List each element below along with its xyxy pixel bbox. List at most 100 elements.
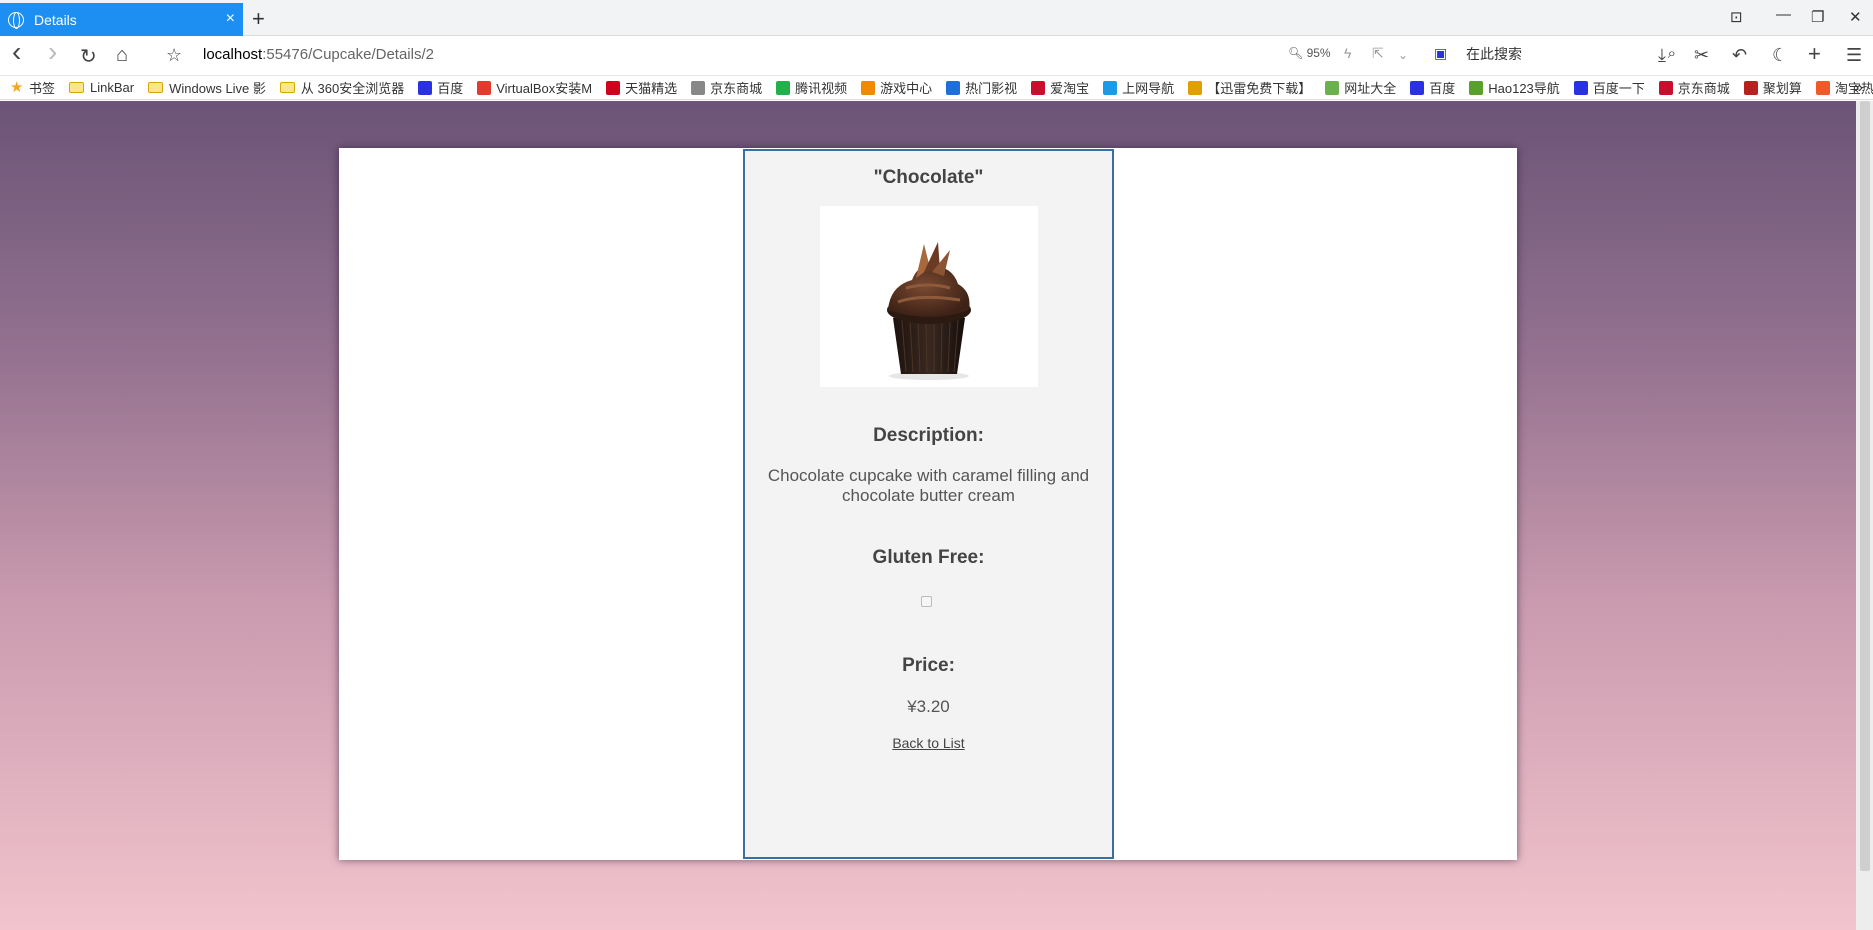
site-favicon-icon: [946, 80, 961, 95]
bookmark-item[interactable]: 百度: [418, 78, 463, 97]
site-favicon-icon: [1188, 80, 1203, 95]
bookmark-label: Windows Live 影: [169, 81, 266, 96]
address-bar: ‹ › ↻ ⌂ ☆ localhost:55476/Cupcake/Detail…: [0, 36, 1873, 76]
bookmark-item[interactable]: 淘宝热卖: [1815, 78, 1873, 97]
description-text: Chocolate cupcake with caramel filling a…: [767, 466, 1090, 505]
bookmark-item[interactable]: 天猫精选: [606, 78, 677, 97]
forward-button[interactable]: ›: [48, 36, 57, 68]
bookmark-label: 京东商城: [710, 81, 763, 96]
url-host: localhost: [203, 46, 263, 63]
bookmark-item[interactable]: 聚划算: [1743, 78, 1802, 97]
bookmark-label: 百度: [437, 81, 464, 96]
bookmarks-bar: ★ 书签 LinkBar Windows Live 影 从 360安全浏览器 百度 Virt…: [0, 76, 1873, 100]
bookmark-item[interactable]: 【迅雷免费下载】: [1188, 78, 1311, 97]
bookmark-label: 京东商城: [1677, 81, 1730, 96]
restore-button[interactable]: ❐: [1811, 8, 1824, 26]
night-mode-icon[interactable]: ☾: [1772, 45, 1788, 66]
bookmark-label: 天猫精选: [625, 81, 678, 96]
bookmark-item[interactable]: 百度: [1410, 78, 1455, 97]
menu-icon[interactable]: ☰: [1846, 45, 1862, 66]
bookmark-star-icon[interactable]: ☆: [166, 45, 182, 66]
bookmark-label: 百度: [1429, 81, 1456, 96]
bookmark-label: 腾讯视频: [795, 81, 848, 96]
back-button[interactable]: ‹: [12, 36, 21, 68]
page-viewport: "Chocolate" Description: Chocolate cupca…: [0, 101, 1873, 930]
vertical-scrollbar[interactable]: [1856, 101, 1873, 930]
close-window-button[interactable]: ✕: [1849, 8, 1862, 26]
search-input[interactable]: 在此搜索 ⌕: [1466, 44, 1676, 68]
bookmark-label: 书签: [29, 81, 56, 96]
cupcake-name: "Chocolate": [873, 167, 984, 188]
site-favicon-icon: [477, 80, 492, 95]
bookmark-item[interactable]: 上网导航: [1103, 78, 1174, 97]
site-favicon-icon: [1743, 80, 1758, 95]
bookmark-item[interactable]: 网址大全: [1325, 78, 1396, 97]
url-field[interactable]: localhost:55476/Cupcake/Details/2: [203, 46, 434, 63]
site-favicon-icon: [1103, 80, 1118, 95]
content-container: "Chocolate" Description: Chocolate cupca…: [339, 148, 1517, 860]
zoom-level[interactable]: 🔍︎ 95%: [1288, 46, 1331, 60]
minimize-button[interactable]: —: [1776, 6, 1791, 23]
globe-icon: [8, 11, 24, 29]
lightning-icon[interactable]: ϟ: [1344, 45, 1351, 61]
site-favicon-icon: [1031, 80, 1046, 95]
back-to-list-link[interactable]: Back to List: [745, 735, 1112, 751]
new-tab-button[interactable]: +: [252, 6, 265, 32]
url-path: :55476/Cupcake/Details/2: [262, 46, 434, 63]
download-icon[interactable]: ⤓: [1658, 45, 1666, 66]
site-favicon-icon: [606, 80, 621, 95]
bookmark-item[interactable]: 京东商城: [1658, 78, 1730, 97]
bookmark-item[interactable]: 从 360安全浏览器: [279, 78, 405, 97]
bookmark-item[interactable]: 百度一下: [1573, 78, 1645, 97]
bookmark-label: Hao123导航: [1488, 81, 1560, 96]
cupcake-image: [820, 206, 1038, 387]
bookmarks-overflow-icon[interactable]: »: [1854, 79, 1863, 97]
bookmark-label: VirtualBox安装M: [496, 81, 593, 96]
bookmark-item[interactable]: VirtualBox安装M: [477, 78, 592, 97]
bookmark-item[interactable]: LinkBar: [69, 80, 134, 95]
folder-icon: [148, 82, 164, 93]
bookmark-item[interactable]: 京东商城: [691, 78, 762, 97]
zoom-icon: 🔍︎: [1288, 46, 1304, 60]
undo-icon[interactable]: ↶: [1732, 45, 1747, 66]
pin-icon[interactable]: ⊡: [1730, 8, 1743, 26]
tab-close-icon[interactable]: ×: [226, 10, 235, 28]
add-icon[interactable]: +: [1808, 41, 1821, 67]
bookmark-label: 上网导航: [1122, 81, 1175, 96]
bookmark-label: LinkBar: [90, 80, 135, 95]
bookmark-item[interactable]: 游戏中心: [861, 78, 932, 97]
scrollbar-thumb[interactable]: [1860, 101, 1870, 871]
bookmark-label: 【迅雷免费下载】: [1207, 81, 1312, 96]
bookmark-item[interactable]: Hao123导航: [1469, 78, 1560, 97]
site-favicon-icon: [776, 80, 791, 95]
site-favicon-icon: [1410, 80, 1425, 95]
search-icon[interactable]: ⌕: [1668, 45, 1676, 62]
bookmark-item[interactable]: 热门影视: [946, 78, 1017, 97]
bookmark-label: 网址大全: [1344, 81, 1397, 96]
gluten-free-label: Gluten Free:: [872, 547, 985, 568]
tab-details[interactable]: Details ×: [0, 3, 243, 36]
search-engine-icon[interactable]: ▣: [1434, 45, 1447, 62]
site-favicon-icon: [1325, 80, 1340, 95]
reload-button[interactable]: ↻: [80, 44, 97, 69]
home-button[interactable]: ⌂: [116, 44, 128, 67]
site-favicon-icon: [1658, 80, 1673, 95]
tab-title: Details: [34, 11, 77, 28]
bookmark-label: 聚划算: [1762, 81, 1802, 96]
scissors-icon[interactable]: ✂: [1694, 45, 1709, 66]
gluten-free-checkbox[interactable]: [921, 596, 932, 607]
bookmark-label: 从 360安全浏览器: [300, 81, 405, 96]
site-favicon-icon: [861, 80, 876, 95]
folder-icon: [69, 82, 85, 93]
bookmark-item[interactable]: 爱淘宝: [1031, 78, 1089, 97]
share-icon[interactable]: ⇱: [1372, 45, 1384, 62]
bookmark-item[interactable]: 腾讯视频: [776, 78, 847, 97]
price-label: Price:: [902, 655, 955, 676]
tab-bar: Details × + ⊡ — ❐ ✕: [0, 0, 1873, 36]
bookmark-label: 游戏中心: [880, 81, 933, 96]
folder-icon: [279, 82, 295, 93]
chevron-down-icon[interactable]: ⌄: [1398, 48, 1408, 62]
site-favicon-icon: [1815, 80, 1830, 95]
bookmark-item[interactable]: ★ 书签: [10, 78, 55, 97]
bookmark-item[interactable]: Windows Live 影: [148, 78, 266, 97]
